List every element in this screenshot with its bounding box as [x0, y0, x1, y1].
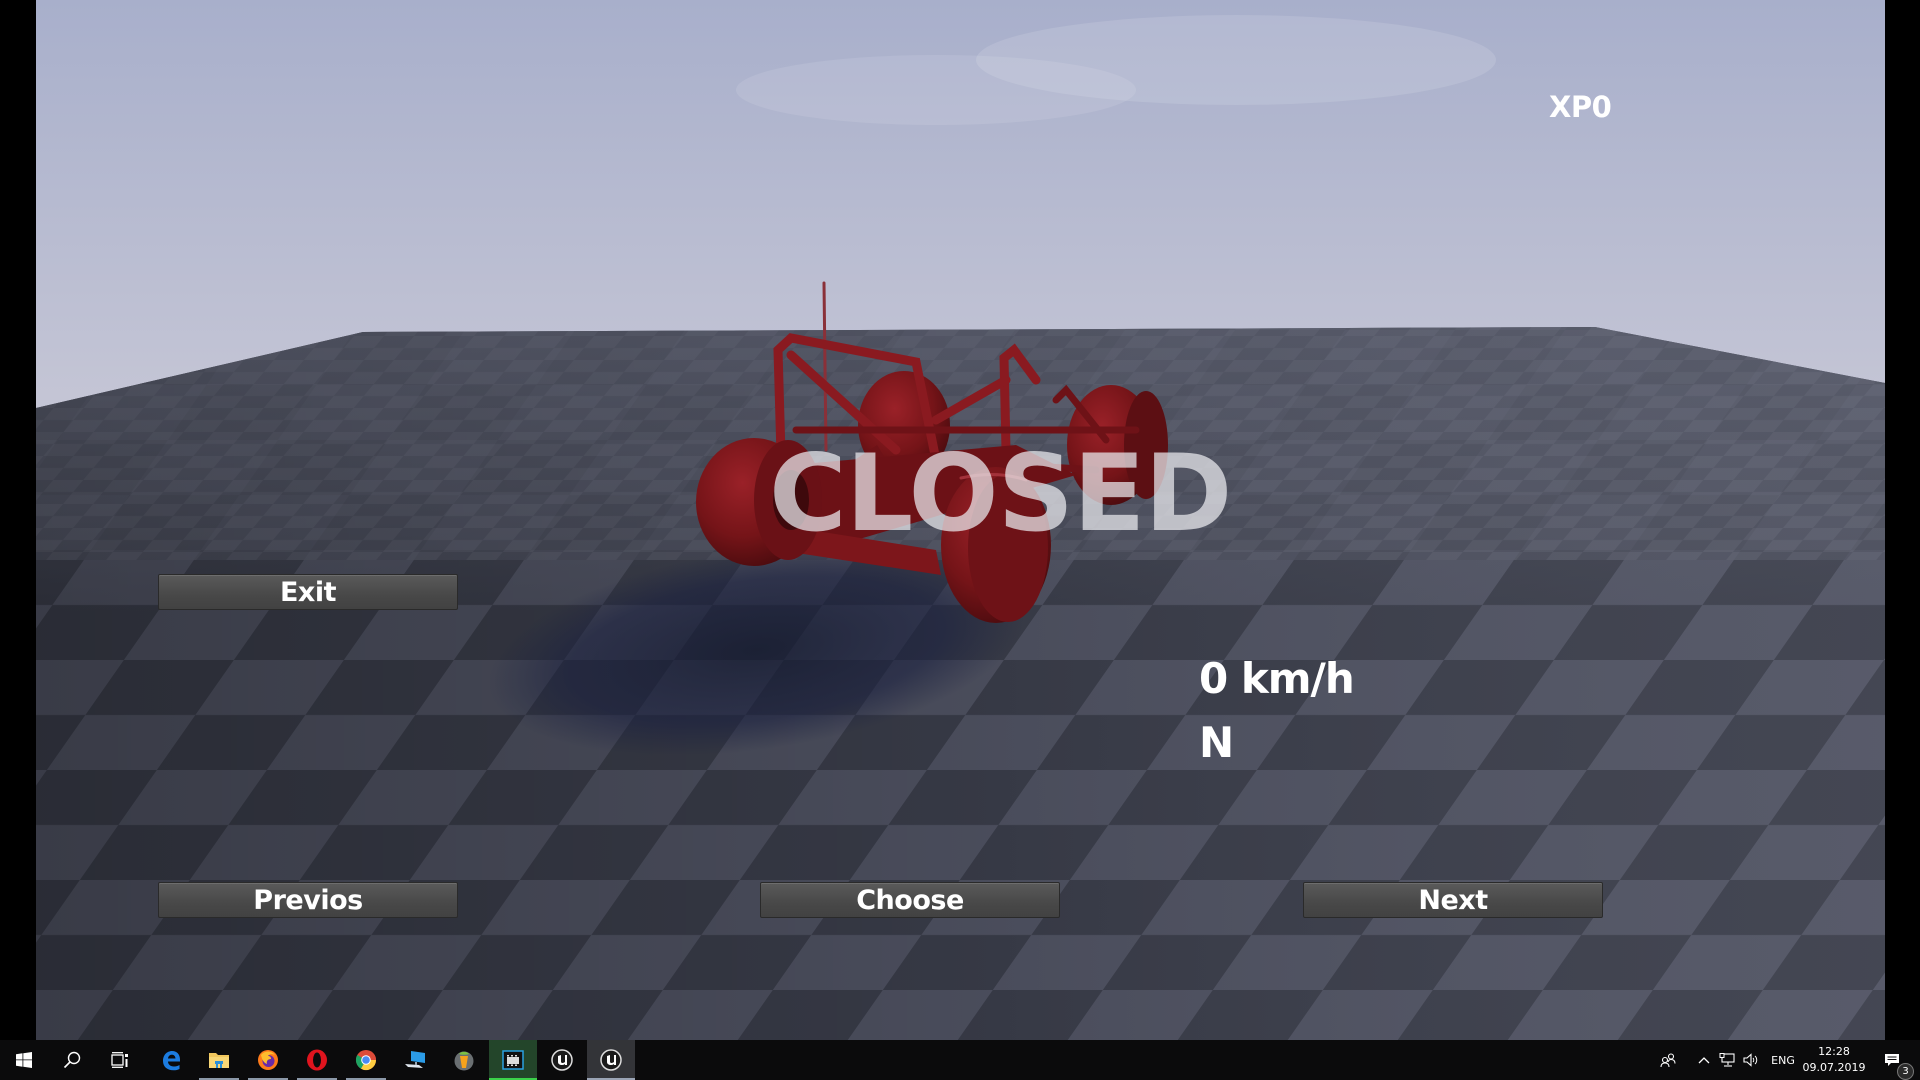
network-status-button[interactable] — [1716, 1040, 1738, 1080]
taskbar-app-chrome[interactable] — [342, 1040, 390, 1080]
unreal-icon — [600, 1049, 622, 1071]
film-icon — [502, 1050, 524, 1070]
previous-vehicle-button[interactable]: Previos — [158, 882, 458, 918]
people-button[interactable] — [1655, 1040, 1681, 1080]
xp-counter: XP0 — [1549, 90, 1612, 124]
taskbar-app-video-editor[interactable] — [489, 1040, 537, 1080]
search-icon — [63, 1051, 81, 1069]
next-vehicle-button[interactable]: Next — [1303, 882, 1603, 918]
taskbar-app-fl-studio[interactable] — [440, 1040, 488, 1080]
search-button[interactable] — [48, 1040, 96, 1080]
clock-date: 09.07.2019 — [1802, 1061, 1866, 1074]
notification-count-badge: 3 — [1897, 1063, 1914, 1080]
windows-logo-icon — [16, 1052, 32, 1068]
taskbar-app-unreal-engine-1[interactable] — [538, 1040, 586, 1080]
chrome-icon — [355, 1050, 377, 1071]
fruity-icon — [454, 1051, 474, 1071]
game-viewport[interactable]: XP0 CLOSED 0 km/h N Exit Previos Choose … — [36, 0, 1885, 1040]
task-view-icon — [111, 1052, 128, 1068]
taskbar-app-file-explorer[interactable] — [195, 1040, 243, 1080]
show-hidden-icons-button[interactable] — [1694, 1040, 1714, 1080]
speedometer-readout: 0 km/h — [1199, 654, 1355, 703]
clock-time: 12:28 — [1818, 1045, 1850, 1058]
task-view-button[interactable] — [96, 1040, 144, 1080]
gear-indicator: N — [1199, 718, 1235, 767]
taskbar-app-edge[interactable] — [147, 1040, 195, 1080]
network-icon — [1719, 1053, 1735, 1067]
vehicle-status-overlay: CLOSED — [769, 432, 1232, 555]
notification-icon — [1885, 1053, 1899, 1066]
start-button[interactable] — [0, 1040, 48, 1080]
chevron-up-icon — [1698, 1057, 1710, 1064]
volume-icon — [1743, 1053, 1758, 1067]
taskbar-app-opera[interactable] — [293, 1040, 341, 1080]
system-clock[interactable]: 12:28 09.07.2019 — [1800, 1040, 1868, 1080]
taskbar-app-this-pc[interactable] — [391, 1040, 439, 1080]
computer-icon — [405, 1051, 425, 1068]
edge-icon — [163, 1051, 180, 1071]
volume-button[interactable] — [1740, 1040, 1762, 1080]
exit-button[interactable]: Exit — [158, 574, 458, 610]
taskbar-app-unreal-engine-2[interactable] — [587, 1040, 635, 1080]
opera-icon — [307, 1049, 327, 1071]
firefox-icon — [258, 1050, 278, 1070]
input-language-indicator[interactable]: ENG — [1768, 1040, 1798, 1080]
choose-vehicle-button[interactable]: Choose — [760, 882, 1060, 918]
folder-icon — [209, 1053, 229, 1068]
taskbar-app-firefox[interactable] — [244, 1040, 292, 1080]
windows-taskbar: ENG 12:28 09.07.2019 — [0, 1040, 1920, 1080]
unreal-icon — [551, 1049, 573, 1071]
people-icon — [1660, 1053, 1676, 1067]
